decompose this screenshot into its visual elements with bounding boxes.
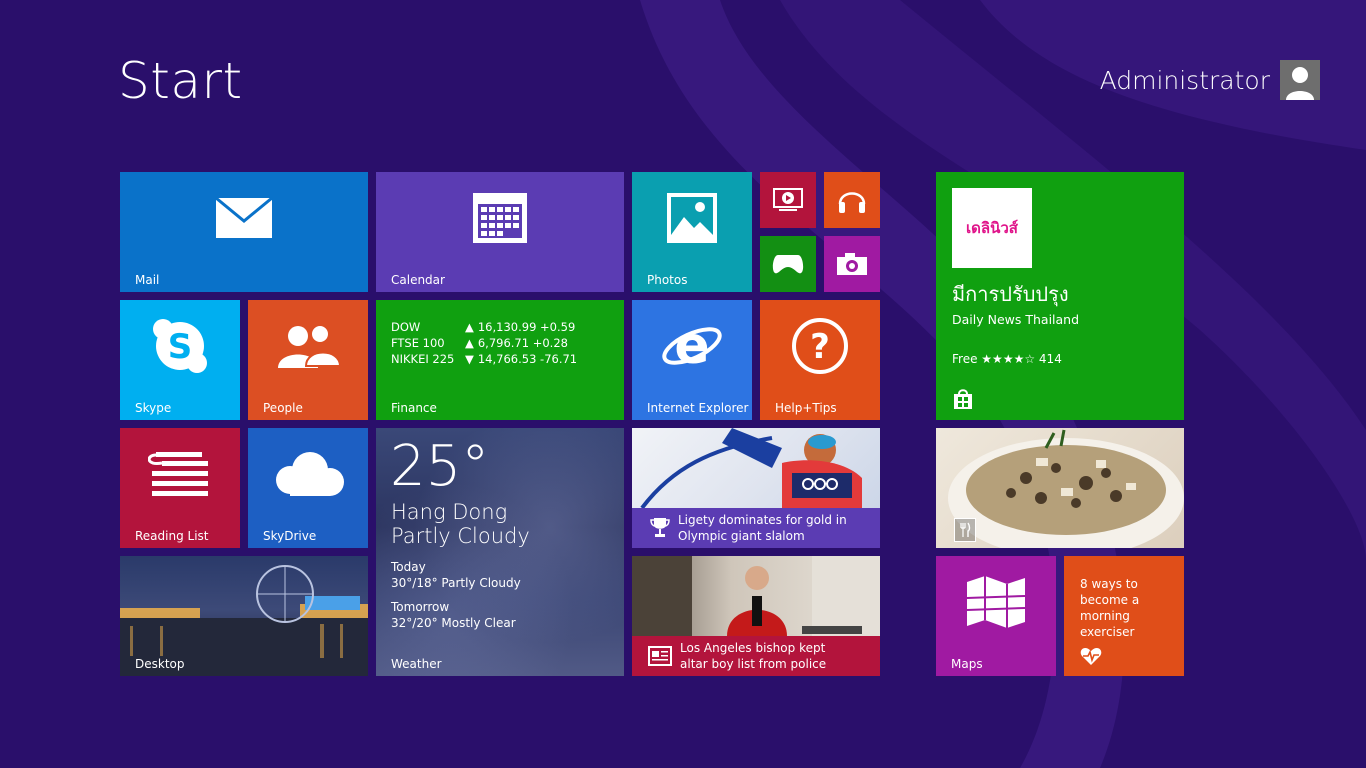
news-photo bbox=[632, 556, 880, 636]
svg-text:e: e bbox=[674, 316, 709, 376]
games-tile[interactable] bbox=[760, 236, 816, 292]
desktop-tile[interactable]: Desktop bbox=[120, 556, 368, 676]
svg-text:?: ? bbox=[810, 327, 830, 367]
index-name: NIKKEI 225 bbox=[391, 352, 455, 366]
index-value: 6,796.71 +0.28 bbox=[477, 336, 568, 350]
sports-headline: Ligety dominates for gold in Olympic gia… bbox=[678, 513, 847, 543]
mail-tile[interactable]: Mail bbox=[120, 172, 368, 292]
news-headline: Los Angeles bishop kept altar boy list f… bbox=[680, 641, 827, 671]
index-name: DOW bbox=[391, 320, 421, 334]
app-logo: เดลินิวส์ bbox=[952, 188, 1032, 268]
skydrive-label: SkyDrive bbox=[263, 529, 317, 543]
video-icon bbox=[760, 172, 816, 228]
calendar-label: Calendar bbox=[391, 273, 445, 287]
skype-icon: S bbox=[120, 300, 240, 392]
photos-tile[interactable]: Photos bbox=[632, 172, 752, 292]
weather-temperature: 25° bbox=[390, 434, 490, 499]
store-app-tile[interactable]: เดลินิวส์ มีการปรับปรุง Daily News Thail… bbox=[936, 172, 1184, 420]
help-tile[interactable]: ? Help+Tips bbox=[760, 300, 880, 420]
app-name: Daily News Thailand bbox=[952, 312, 1080, 327]
store-bag-icon bbox=[952, 388, 974, 414]
page-title: Start bbox=[118, 52, 243, 110]
weather-tile[interactable]: 25° Hang Dong Partly Cloudy Today 30°/18… bbox=[376, 428, 624, 676]
video-tile[interactable] bbox=[760, 172, 816, 228]
skype-label: Skype bbox=[135, 401, 172, 415]
ie-icon: e bbox=[632, 300, 752, 392]
reading-list-icon bbox=[120, 428, 240, 520]
envelope-icon bbox=[120, 172, 368, 264]
calendar-tile[interactable]: Calendar bbox=[376, 172, 624, 292]
index-value: 14,766.53 -76.71 bbox=[477, 352, 578, 366]
user-icon bbox=[1280, 60, 1320, 100]
calendar-icon bbox=[376, 172, 624, 264]
fork-knife-icon bbox=[954, 518, 976, 542]
news-headline-bar: Los Angeles bishop kept altar boy list f… bbox=[632, 636, 880, 676]
help-label: Help+Tips bbox=[775, 401, 837, 415]
app-logo-text: เดลินิวส์ bbox=[966, 219, 1018, 237]
finance-row-ftse: FTSE 100 ▲ 6,796.71 +0.28 bbox=[391, 336, 568, 350]
skype-tile[interactable]: S Skype bbox=[120, 300, 240, 420]
weather-label: Weather bbox=[391, 657, 442, 671]
food-tile[interactable] bbox=[936, 428, 1184, 548]
maps-label: Maps bbox=[951, 657, 983, 671]
weather-today: 30°/18° Partly Cloudy bbox=[391, 576, 521, 590]
trend-down-icon: ▼ bbox=[465, 352, 474, 366]
sports-tile[interactable]: Ligety dominates for gold in Olympic gia… bbox=[632, 428, 880, 548]
people-icon bbox=[248, 300, 368, 392]
index-value: 16,130.99 +0.59 bbox=[477, 320, 576, 334]
health-tile[interactable]: 8 ways to become a morning exerciser bbox=[1064, 556, 1184, 676]
user-account[interactable]: Administrator bbox=[1100, 60, 1320, 100]
weather-tomorrow: 32°/20° Mostly Clear bbox=[391, 616, 516, 630]
cloud-icon bbox=[248, 428, 368, 520]
app-stars: ★★★★☆ bbox=[981, 352, 1036, 366]
heart-pulse-icon bbox=[1080, 646, 1102, 670]
desktop-label: Desktop bbox=[135, 657, 185, 671]
maps-tile[interactable]: Maps bbox=[936, 556, 1056, 676]
app-price: Free bbox=[952, 352, 978, 366]
sports-headline-bar: Ligety dominates for gold in Olympic gia… bbox=[632, 508, 880, 548]
finance-row-dow: DOW ▲ 16,130.99 +0.59 bbox=[391, 320, 575, 334]
app-update-title: มีการปรับปรุง bbox=[952, 282, 1069, 306]
headphones-icon bbox=[824, 172, 880, 228]
map-icon bbox=[936, 556, 1056, 648]
finance-tile[interactable]: DOW ▲ 16,130.99 +0.59 FTSE 100 ▲ 6,796.7… bbox=[376, 300, 624, 420]
finance-label: Finance bbox=[391, 401, 437, 415]
picture-icon bbox=[632, 172, 752, 264]
newspaper-icon bbox=[648, 646, 672, 666]
index-name: FTSE 100 bbox=[391, 336, 445, 350]
people-label: People bbox=[263, 401, 303, 415]
ie-label: Internet Explorer bbox=[647, 401, 749, 415]
people-tile[interactable]: People bbox=[248, 300, 368, 420]
trophy-icon bbox=[650, 517, 670, 539]
music-tile[interactable] bbox=[824, 172, 880, 228]
gamepad-icon bbox=[760, 236, 816, 292]
health-headline: 8 ways to become a morning exerciser bbox=[1080, 577, 1140, 639]
user-name: Administrator bbox=[1099, 65, 1270, 95]
finance-row-nikkei: NIKKEI 225 ▼ 14,766.53 -76.71 bbox=[391, 352, 577, 366]
camera-icon bbox=[824, 236, 880, 292]
weather-today-label: Today bbox=[391, 560, 426, 574]
svg-text:S: S bbox=[168, 327, 193, 367]
sports-photo bbox=[632, 428, 880, 510]
weather-tomorrow-label: Tomorrow bbox=[391, 600, 450, 614]
skydrive-tile[interactable]: SkyDrive bbox=[248, 428, 368, 548]
weather-condition: Partly Cloudy bbox=[391, 524, 530, 548]
app-rating-count: 414 bbox=[1038, 352, 1062, 366]
trend-up-icon: ▲ bbox=[465, 320, 474, 334]
app-rating: Free ★★★★☆ 414 bbox=[952, 352, 1062, 366]
trend-up-icon: ▲ bbox=[465, 336, 474, 350]
reading-list-label: Reading List bbox=[135, 529, 209, 543]
weather-city: Hang Dong bbox=[391, 500, 508, 524]
ie-tile[interactable]: e Internet Explorer bbox=[632, 300, 752, 420]
question-icon: ? bbox=[760, 300, 880, 392]
photos-label: Photos bbox=[647, 273, 688, 287]
mail-label: Mail bbox=[135, 273, 160, 287]
camera-tile[interactable] bbox=[824, 236, 880, 292]
reading-list-tile[interactable]: Reading List bbox=[120, 428, 240, 548]
news-tile[interactable]: Los Angeles bishop kept altar boy list f… bbox=[632, 556, 880, 676]
